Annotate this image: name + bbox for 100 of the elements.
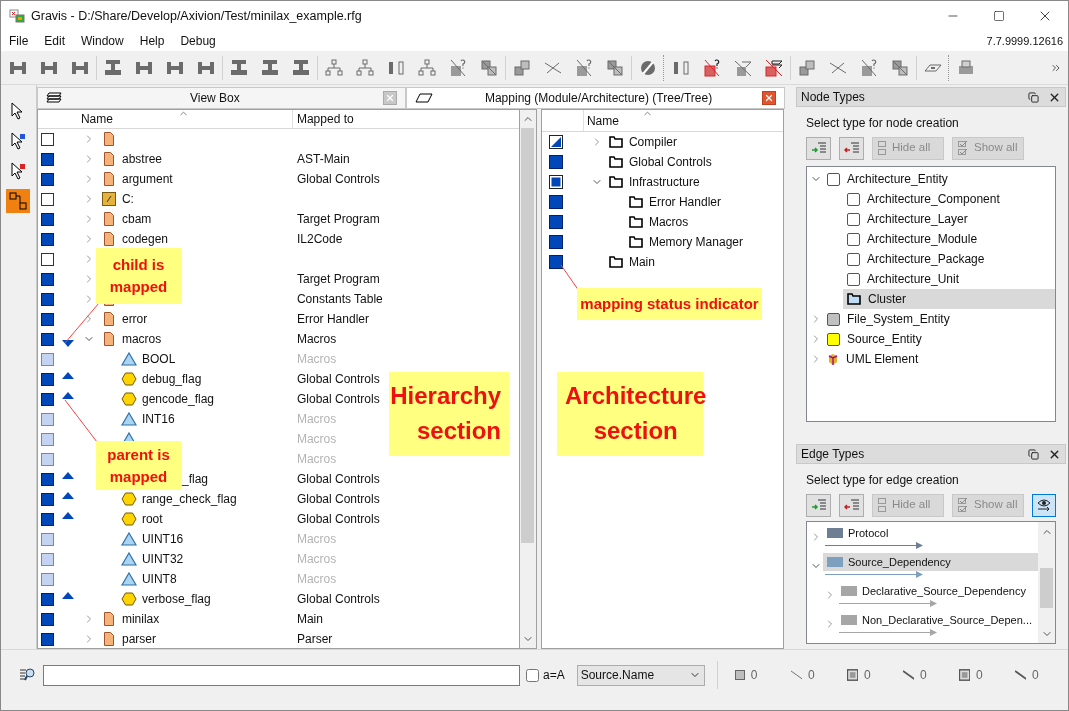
folder-icon <box>608 156 623 168</box>
node-name[interactable]: UINT8 <box>141 570 177 588</box>
panel-title: Mapping (Module/Architecture) (Tree/Tree) <box>484 90 713 107</box>
tree-icon[interactable] <box>323 56 345 79</box>
column-header[interactable]: Mapped to <box>292 110 519 128</box>
maximize-icon[interactable] <box>993 10 1005 22</box>
node-name[interactable]: abstree <box>121 150 162 168</box>
folder-icon <box>628 216 643 228</box>
window-title: Gravis - D:/Share/Develop/Axivion/Test/minilax_example.rfg <box>31 7 362 25</box>
folder-icon <box>628 236 643 248</box>
triangle-icon <box>120 352 137 366</box>
type-row[interactable]: Non_Declarative_Source_Depen... <box>837 611 1038 629</box>
type-row[interactable]: Cluster <box>843 289 1055 309</box>
node-name[interactable]: gencode_flag <box>141 390 215 408</box>
type-row[interactable]: File_System_Entity <box>823 309 1055 329</box>
node-name[interactable]: UINT16 <box>141 530 184 548</box>
count-text: 0 <box>750 667 758 684</box>
mapped-to-text: Global Controls <box>295 511 380 528</box>
attribute-select[interactable]: Source.Name <box>576 664 705 686</box>
node-name[interactable]: UINT32 <box>141 550 184 568</box>
collapse-all-button[interactable] <box>839 493 864 517</box>
type-name: File_System_Entity <box>847 311 950 328</box>
type-name: Cluster <box>868 291 906 308</box>
node-name[interactable]: verbose_flag <box>141 590 211 608</box>
folder-icon <box>608 256 623 268</box>
architecture-name[interactable]: Error Handler <box>648 193 721 211</box>
type-row[interactable]: Architecture_Package <box>843 249 1055 269</box>
mapped-to-text: Main <box>295 611 323 628</box>
parallelogram-icon <box>414 93 433 103</box>
close-button[interactable] <box>382 91 397 105</box>
node-name[interactable]: C: <box>121 190 134 208</box>
node-name[interactable]: debug_flag <box>141 370 202 388</box>
type-row[interactable]: Source_Entity <box>823 329 1055 349</box>
type-row[interactable]: Declarative_Source_Dependency <box>837 582 1038 600</box>
architecture-name[interactable]: Main <box>628 253 655 271</box>
mapping-tool[interactable] <box>6 189 31 213</box>
type-row[interactable]: Architecture_Unit <box>843 269 1055 289</box>
node-name[interactable]: argument <box>121 170 173 188</box>
file-icon <box>103 332 114 346</box>
architecture-name[interactable]: Global Controls <box>628 153 712 171</box>
float-panel-icon[interactable] <box>1028 91 1039 103</box>
expand-all-button[interactable] <box>806 493 831 517</box>
type-name: Protocol <box>848 525 889 541</box>
case-checkbox[interactable] <box>526 668 539 682</box>
mapped-to-text: Macros <box>295 451 337 468</box>
node-name[interactable]: error <box>121 310 148 328</box>
scrollbar[interactable] <box>1038 522 1055 643</box>
type-name: Source_Entity <box>847 331 922 348</box>
type-row[interactable]: Architecture_Entity <box>823 169 1055 189</box>
menu-item[interactable]: File <box>1 32 37 50</box>
type-row[interactable]: UML Element <box>823 349 1055 369</box>
architecture-name[interactable]: Infrastructure <box>628 173 700 191</box>
edge-count-icon <box>790 670 802 680</box>
type-name: Architecture_Unit <box>867 271 960 288</box>
hexagon-icon <box>120 492 137 506</box>
mapped-to-text: Constants Table <box>295 291 383 308</box>
search-field[interactable] <box>43 664 520 686</box>
mapped-to-text: Target Program <box>295 271 380 288</box>
tree-icon[interactable] <box>416 56 438 79</box>
panel-tab[interactable]: View Box <box>36 87 406 109</box>
collapse-all-button[interactable] <box>839 136 864 160</box>
mapped-to-text: IL2Code <box>295 231 343 248</box>
node-name[interactable]: macros <box>121 330 162 348</box>
annotation-callout: mapping status indicator <box>577 288 762 320</box>
close-icon <box>384 93 395 103</box>
node-name[interactable]: BOOL <box>141 350 176 368</box>
type-row[interactable]: Source_Dependency <box>823 553 1038 571</box>
type-row[interactable]: Protocol <box>823 524 1038 542</box>
node-name[interactable]: range_check_flag <box>141 490 237 508</box>
node-name[interactable]: minilax <box>121 610 160 628</box>
node-name[interactable]: cbam <box>121 210 152 228</box>
expand-all-button[interactable] <box>806 136 831 160</box>
close-button[interactable] <box>762 91 776 105</box>
file-icon <box>103 172 114 186</box>
node-name[interactable]: _flag <box>181 470 208 488</box>
eye-icon <box>1036 498 1052 512</box>
column-header[interactable]: Name <box>583 110 783 131</box>
type-row[interactable]: Architecture_Module <box>843 229 1055 249</box>
tree-icon[interactable] <box>354 56 376 79</box>
type-row[interactable]: Architecture_Layer <box>843 209 1055 229</box>
menu-item[interactable]: Edit <box>36 32 74 50</box>
checkbox-label: a=A <box>543 667 565 684</box>
node-name[interactable]: parser <box>121 630 156 648</box>
menu-item[interactable]: Window <box>73 32 132 50</box>
type-row[interactable]: Architecture_Component <box>843 189 1055 209</box>
column-header[interactable]: Name <box>77 110 293 128</box>
mapped-to-text: Macros <box>295 551 337 568</box>
hexagon-icon <box>120 592 137 606</box>
node-name[interactable]: codegen <box>121 230 168 248</box>
show-edges-toggle[interactable] <box>1032 493 1056 517</box>
menu-item[interactable]: Help <box>131 32 173 50</box>
node-name[interactable]: INT16 <box>141 410 175 428</box>
float-panel-icon[interactable] <box>1028 448 1039 460</box>
architecture-name[interactable]: Macros <box>648 213 689 231</box>
architecture-name[interactable]: Memory Manager <box>648 233 743 251</box>
menu-item[interactable]: Debug <box>172 32 224 50</box>
file-icon <box>103 212 114 226</box>
architecture-name[interactable]: Compiler <box>628 133 677 151</box>
node-name[interactable]: root <box>141 510 163 528</box>
panel-tab[interactable]: Mapping (Module/Architecture) (Tree/Tree) <box>405 87 785 109</box>
